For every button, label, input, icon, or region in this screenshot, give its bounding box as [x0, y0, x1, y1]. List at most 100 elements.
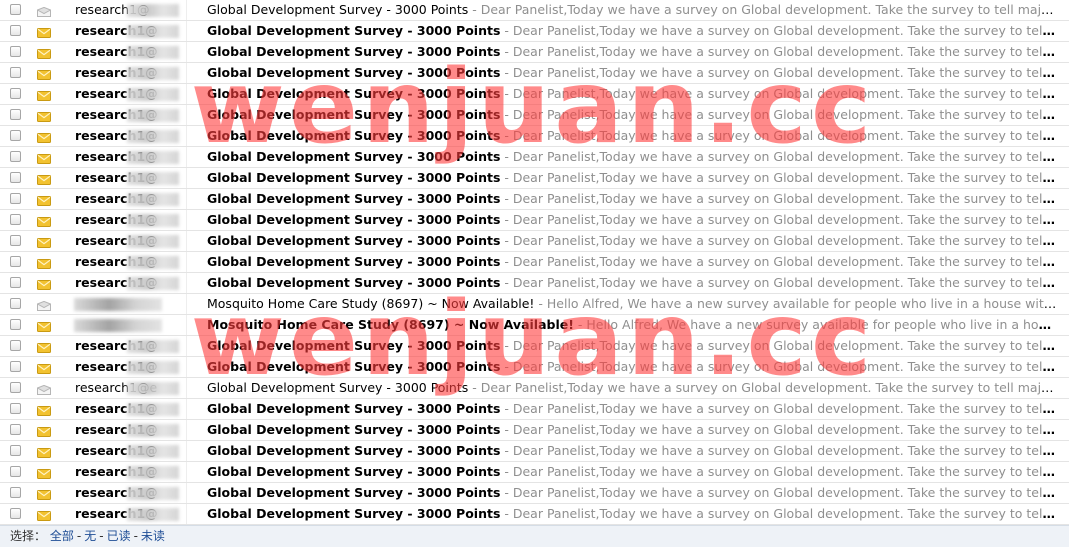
column-divider: [186, 336, 187, 356]
row-checkbox[interactable]: [10, 361, 21, 372]
mail-subject: Global Development Survey - 3000 Points: [207, 65, 501, 80]
row-checkbox[interactable]: [10, 277, 21, 288]
mail-content[interactable]: Mosquito Home Care Study (8697) ~ Now Av…: [207, 315, 1057, 335]
mail-content[interactable]: Global Development Survey - 3000 Points …: [207, 441, 1057, 461]
row-checkbox[interactable]: [10, 445, 21, 456]
row-checkbox[interactable]: [10, 424, 21, 435]
row-checkbox[interactable]: [10, 151, 21, 162]
row-checkbox[interactable]: [10, 256, 21, 267]
mail-row[interactable]: research1@ Global Development Survey - 30…: [0, 252, 1069, 273]
redacted-sender: [127, 25, 179, 38]
row-checkbox[interactable]: [10, 298, 21, 309]
mail-row[interactable]: research1@ Global Development Survey - 30…: [0, 126, 1069, 147]
mail-row[interactable]: research1@ Global Development Survey - 30…: [0, 420, 1069, 441]
mail-subject: Global Development Survey - 3000 Points: [207, 212, 501, 227]
row-checkbox[interactable]: [10, 46, 21, 57]
mail-content[interactable]: Global Development Survey - 3000 Points …: [207, 420, 1057, 440]
mail-row[interactable]: research1@ Global Development Survey - 30…: [0, 483, 1069, 504]
mail-content[interactable]: Global Development Survey - 3000 Points …: [207, 42, 1057, 62]
mail-content[interactable]: Global Development Survey - 3000 Points …: [207, 21, 1057, 41]
row-checkbox[interactable]: [10, 25, 21, 36]
redacted-sender: [127, 487, 179, 500]
mail-subject: Global Development Survey - 3000 Points: [207, 149, 501, 164]
mail-row[interactable]: research1@ Global Development Survey - 30…: [0, 462, 1069, 483]
row-checkbox[interactable]: [10, 319, 21, 330]
mail-content[interactable]: Global Development Survey - 3000 Points …: [207, 252, 1057, 272]
mail-row[interactable]: research1@e Global Development Survey - 3…: [0, 378, 1069, 399]
unread-envelope-icon: [37, 47, 51, 59]
mail-row[interactable]: research1@ Global Development Survey - 30…: [0, 273, 1069, 294]
mail-content[interactable]: Global Development Survey - 3000 Points …: [207, 273, 1057, 293]
unread-envelope-icon: [37, 131, 51, 143]
row-checkbox[interactable]: [10, 88, 21, 99]
mail-content[interactable]: Global Development Survey - 3000 Points …: [207, 210, 1057, 230]
row-checkbox[interactable]: [10, 214, 21, 225]
mail-row[interactable]: research1@ Global Development Survey - 30…: [0, 63, 1069, 84]
column-divider: [186, 42, 187, 62]
column-divider: [186, 147, 187, 167]
mail-row[interactable]: research1@ Global Development Survey - 30…: [0, 42, 1069, 63]
unread-envelope-icon: [37, 341, 51, 353]
mail-content[interactable]: Global Development Survey - 3000 Points …: [207, 357, 1057, 377]
mail-preview: - Dear Panelist,Today we have a survey o…: [504, 191, 1057, 206]
row-checkbox[interactable]: [10, 130, 21, 141]
mail-row[interactable]: research1@ Global Development Survey - 30…: [0, 357, 1069, 378]
mail-preview: - Dear Panelist,Today we have a survey o…: [504, 86, 1057, 101]
mail-content[interactable]: Global Development Survey - 3000 Points …: [207, 126, 1057, 146]
mail-content[interactable]: Global Development Survey - 3000 Points …: [207, 105, 1057, 125]
redacted-sender: [127, 4, 179, 17]
mail-content[interactable]: Global Development Survey - 3000 Points …: [207, 168, 1057, 188]
row-checkbox[interactable]: [10, 235, 21, 246]
row-checkbox[interactable]: [10, 403, 21, 414]
mail-row[interactable]: research1@ Global Development Survey - 30…: [0, 399, 1069, 420]
mail-content[interactable]: Global Development Survey - 3000 Points …: [207, 399, 1057, 419]
column-divider: [186, 126, 187, 146]
select-read-link[interactable]: 已读: [107, 529, 131, 543]
mail-row[interactable]: research1@ Global Development Survey - 30…: [0, 0, 1069, 21]
mail-content[interactable]: Global Development Survey - 3000 Points …: [207, 84, 1057, 104]
redacted-sender: [127, 424, 179, 437]
mail-row[interactable]: research1@ Global Development Survey - 30…: [0, 231, 1069, 252]
row-checkbox[interactable]: [10, 466, 21, 477]
mail-preview: - Hello Alfred, We have a new survey ava…: [534, 296, 1057, 311]
mail-row[interactable]: research1@ Global Development Survey - 30…: [0, 168, 1069, 189]
mail-row[interactable]: research1@ Global Development Survey - 30…: [0, 147, 1069, 168]
mail-row[interactable]: research1@ Global Development Survey - 30…: [0, 336, 1069, 357]
mail-row[interactable]: research1@ Global Development Survey - 30…: [0, 189, 1069, 210]
row-checkbox[interactable]: [10, 487, 21, 498]
row-checkbox[interactable]: [10, 172, 21, 183]
mail-content[interactable]: Global Development Survey - 3000 Points …: [207, 483, 1057, 503]
mail-row[interactable]: Mosquito Home Care Study (8697) ~ Now Av…: [0, 315, 1069, 336]
mail-content[interactable]: Global Development Survey - 3000 Points …: [207, 189, 1057, 209]
mail-row[interactable]: research1@ Global Development Survey - 30…: [0, 210, 1069, 231]
select-none-link[interactable]: 无: [84, 529, 96, 543]
mail-content[interactable]: Global Development Survey - 3000 Points …: [207, 504, 1057, 524]
mail-row[interactable]: Mosquito Home Care Study (8697) ~ Now Av…: [0, 294, 1069, 315]
mail-subject: Global Development Survey - 3000 Points: [207, 443, 501, 458]
redacted-sender: [127, 109, 179, 122]
row-checkbox[interactable]: [10, 67, 21, 78]
mail-content[interactable]: Global Development Survey - 3000 Points …: [207, 63, 1057, 83]
mail-row[interactable]: research1@ Global Development Survey - 30…: [0, 21, 1069, 42]
mail-content[interactable]: Global Development Survey - 3000 Points …: [207, 231, 1057, 251]
mail-content[interactable]: Global Development Survey - 3000 Points …: [207, 147, 1057, 167]
row-checkbox[interactable]: [10, 4, 21, 15]
column-divider: [186, 0, 187, 20]
mail-content[interactable]: Global Development Survey - 3000 Points …: [207, 0, 1057, 20]
row-checkbox[interactable]: [10, 508, 21, 519]
row-checkbox[interactable]: [10, 193, 21, 204]
mail-content[interactable]: Global Development Survey - 3000 Points …: [207, 462, 1057, 482]
mail-row[interactable]: research1@ Global Development Survey - 30…: [0, 504, 1069, 525]
row-checkbox[interactable]: [10, 382, 21, 393]
mail-content[interactable]: Mosquito Home Care Study (8697) ~ Now Av…: [207, 294, 1057, 314]
select-unread-link[interactable]: 未读: [141, 529, 165, 543]
mail-content[interactable]: Global Development Survey - 3000 Points …: [207, 336, 1057, 356]
row-checkbox[interactable]: [10, 340, 21, 351]
column-divider: [186, 315, 187, 335]
mail-content[interactable]: Global Development Survey - 3000 Points …: [207, 378, 1057, 398]
row-checkbox[interactable]: [10, 109, 21, 120]
mail-row[interactable]: research1@ Global Development Survey - 30…: [0, 441, 1069, 462]
mail-row[interactable]: research1@ Global Development Survey - 30…: [0, 105, 1069, 126]
select-all-link[interactable]: 全部: [50, 529, 74, 543]
mail-row[interactable]: research1@ Global Development Survey - 30…: [0, 84, 1069, 105]
